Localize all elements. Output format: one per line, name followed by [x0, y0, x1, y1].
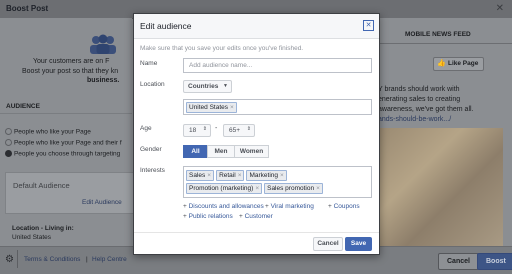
audience-header: AUDIENCE — [6, 103, 40, 110]
dialog-footer: Cancel Save — [134, 232, 379, 254]
interest-tag: Sales promotion × — [264, 183, 323, 194]
age-max-select[interactable]: 65+ ⇕ — [223, 124, 255, 137]
help-centre-link[interactable]: Help Centre — [92, 256, 127, 263]
age-dash: - — [215, 125, 218, 132]
tag-label: Sales — [189, 172, 206, 179]
intro-line-2: Boost your post so that they kn — [22, 68, 119, 75]
remove-icon[interactable]: × — [316, 185, 320, 192]
default-audience-label: Default Audience — [13, 181, 70, 190]
bg-cancel-button[interactable]: Cancel — [438, 253, 479, 270]
close-icon[interactable]: ✕ — [496, 3, 504, 14]
post-text-1: Y brands should work with — [378, 86, 460, 93]
tab-mobile-news-feed[interactable]: MOBILE NEWS FEED — [405, 31, 471, 38]
divider — [377, 43, 512, 44]
audience-option-page-and-friends[interactable]: People who like your Page and their f — [5, 139, 122, 146]
stepper-icon: ⇕ — [202, 126, 207, 132]
location-value: United States — [12, 234, 52, 241]
suggestion-label: Discounts and allowances — [188, 203, 264, 210]
age-label: Age — [140, 125, 152, 132]
age-max-value: 65+ — [229, 127, 241, 134]
divider — [17, 250, 18, 268]
radio-selected-icon — [5, 150, 12, 157]
caret-down-icon: ▼ — [223, 83, 228, 89]
remove-icon[interactable]: × — [255, 185, 259, 192]
countries-dropdown[interactable]: Countries ▼ — [183, 80, 232, 93]
interests-label: Interests — [140, 167, 165, 174]
location-tag: United States × — [186, 102, 237, 113]
location-input[interactable]: United States × — [183, 99, 372, 115]
option-label: People who like your Page — [13, 128, 91, 136]
interests-input[interactable]: Sales × Retail × Marketing × Promotion (marke… — [183, 166, 372, 198]
interest-tag: Sales × — [186, 170, 215, 181]
audience-option-targeting[interactable]: People you choose through targeting — [5, 150, 120, 157]
footer-separator: | — [86, 256, 88, 263]
post-link[interactable]: ands-should-be-work.../ — [378, 116, 451, 123]
stepper-icon: ⇕ — [246, 126, 251, 132]
settings-gear-icon[interactable]: ⚙ — [5, 254, 14, 265]
edit-audience-dialog: Edit audience ✕ Make sure that you save … — [133, 13, 380, 255]
radio-icon — [5, 139, 12, 146]
tag-label: Retail — [219, 172, 236, 179]
countries-label: Countries — [188, 83, 219, 90]
suggestion-label: Customer — [244, 213, 273, 220]
name-placeholder: Add audience name... — [189, 62, 253, 69]
like-page-label: Like Page — [448, 60, 479, 67]
tag-label: Sales promotion — [267, 185, 315, 192]
age-min-select[interactable]: 18 ⇕ — [183, 124, 211, 137]
edit-audience-link[interactable]: Edit Audience — [82, 199, 122, 206]
intro-line-1: Your customers are on F — [33, 58, 110, 65]
suggestion-label: Coupons — [333, 203, 360, 210]
default-audience-box — [5, 172, 134, 214]
audience-name-input[interactable]: Add audience name... — [183, 58, 372, 73]
suggestion-label: Public relations — [188, 213, 233, 220]
save-button[interactable]: Save — [345, 237, 372, 251]
suggestion-viral-marketing[interactable]: + Viral marketing — [265, 203, 314, 210]
tag-label: Promotion (marketing) — [189, 185, 254, 192]
tag-label: Marketing — [249, 172, 279, 179]
boost-button[interactable]: Boost — [477, 253, 512, 270]
gender-men-button[interactable]: Men — [207, 145, 235, 158]
remove-icon[interactable]: × — [280, 172, 284, 179]
page-title: Boost Post — [6, 4, 49, 13]
gender-selector: All Men Women — [183, 145, 269, 158]
option-label: People who like your Page and their f — [13, 139, 122, 147]
gender-label: Gender — [140, 146, 162, 153]
post-text-2: enerating sales to creating — [378, 96, 461, 103]
remove-icon[interactable]: × — [230, 104, 234, 111]
suggestion-public-relations[interactable]: + Public relations — [183, 213, 233, 220]
interest-tag: Marketing × — [246, 170, 287, 181]
location-label: Location — [140, 81, 165, 88]
name-label: Name — [140, 60, 158, 67]
interest-tag: Promotion (marketing) × — [186, 183, 263, 194]
cancel-button[interactable]: Cancel — [313, 237, 343, 251]
location-label: Location - Living in: — [12, 225, 74, 232]
tag-label: United States — [189, 104, 229, 111]
gender-women-button[interactable]: Women — [234, 145, 269, 158]
divider — [0, 113, 132, 114]
gender-all-button[interactable]: All — [183, 145, 208, 158]
close-icon[interactable]: ✕ — [363, 20, 374, 31]
post-image — [378, 128, 503, 246]
save-note: Make sure that you save your edits once … — [140, 45, 304, 52]
interest-tag: Retail × — [216, 170, 245, 181]
option-label: People you choose through targeting — [13, 150, 121, 158]
suggestion-discounts[interactable]: + Discounts and allowances — [183, 203, 264, 210]
dialog-title: Edit audience — [140, 21, 192, 31]
post-text-3: awareness, we've got them all. — [378, 106, 474, 113]
radio-icon — [5, 128, 12, 135]
audience-option-page-likers[interactable]: People who like your Page — [5, 128, 91, 135]
people-icon — [88, 34, 118, 56]
thumbs-up-icon: 👍 — [437, 60, 446, 67]
like-page-button[interactable]: 👍 Like Page — [433, 57, 484, 71]
age-min-value: 18 — [189, 127, 197, 134]
suggestion-label: Viral marketing — [270, 203, 314, 210]
dialog-header: Edit audience ✕ — [134, 14, 379, 39]
suggestion-customer[interactable]: + Customer — [239, 213, 273, 220]
terms-link[interactable]: Terms & Conditions — [24, 256, 80, 263]
remove-icon[interactable]: × — [207, 172, 211, 179]
suggestion-coupons[interactable]: + Coupons — [328, 203, 360, 210]
remove-icon[interactable]: × — [238, 172, 242, 179]
intro-line-3: business. — [87, 77, 120, 84]
